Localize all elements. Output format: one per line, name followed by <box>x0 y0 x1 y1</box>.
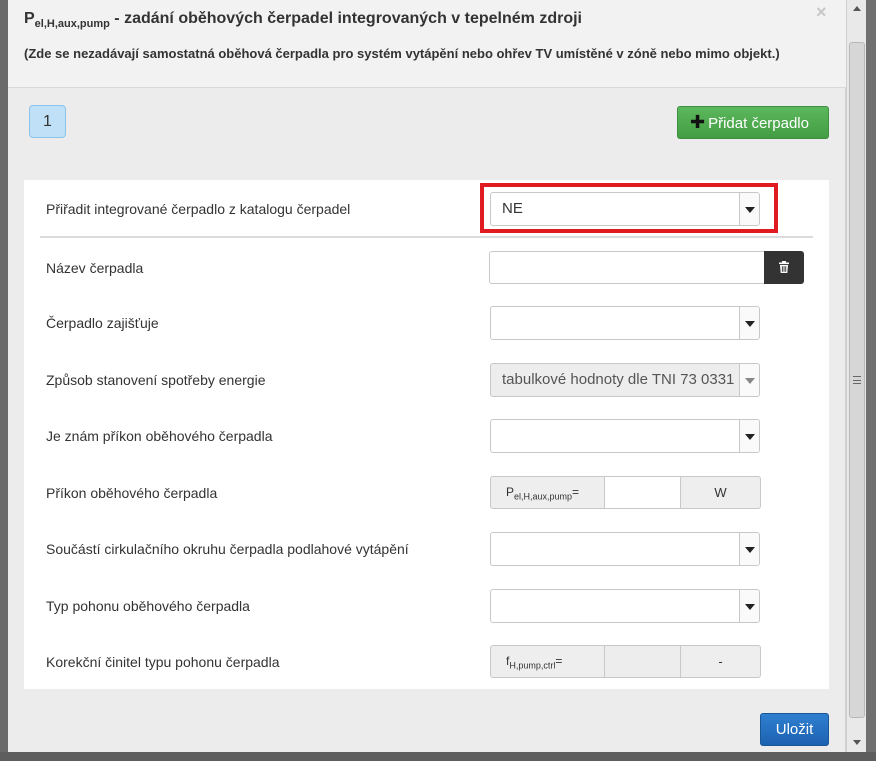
correction-symbol-sub: H,pump,ctrl <box>509 660 556 671</box>
close-icon[interactable]: × <box>816 2 827 23</box>
dialog-header: Pel,H,aux,pump - zadání oběhových čerpad… <box>8 0 846 88</box>
delete-pump-button[interactable] <box>764 251 804 284</box>
title-subscript: el,H,aux,pump <box>34 18 110 31</box>
add-pump-button[interactable]: ✚ Přidat čerpadlo <box>677 106 829 139</box>
row-known-power: Je znám příkon oběhového čerpadla <box>24 419 829 453</box>
consumption-method-value: tabulkové hodnoty dle TNI 73 0331 <box>502 371 735 388</box>
modal-backdrop <box>0 0 8 761</box>
row-consumption-method: Způsob stanovení spotřeby energie tabulk… <box>24 363 829 397</box>
plus-icon: ✚ <box>690 112 706 132</box>
floor-heating-label: Součástí cirkulačního okruhu čerpadla po… <box>46 541 409 557</box>
correction-factor-label: Korekční činitel typu pohonu čerpadla <box>46 654 280 670</box>
chevron-down-icon <box>739 533 759 565</box>
pump-provides-label: Čerpadlo zajišťuje <box>46 315 159 331</box>
pump-form: Přiřadit integrované čerpadlo z katalogu… <box>24 180 829 689</box>
row-drive-type: Typ pohonu oběhového čerpadla <box>24 589 829 623</box>
drive-type-label: Typ pohonu oběhového čerpadla <box>46 598 250 614</box>
known-power-label: Je znám příkon oběhového čerpadla <box>46 428 273 444</box>
divider <box>40 236 813 238</box>
modal-backdrop-bottom <box>0 752 876 761</box>
row-correction-factor: Korekční činitel typu pohonu čerpadla fH… <box>24 645 829 679</box>
chevron-down-icon <box>739 307 759 339</box>
pump-power-symbol-sub: el,H,aux,pump <box>514 491 573 502</box>
pump-power-unit: W <box>680 476 761 509</box>
drive-type-select[interactable] <box>490 589 760 623</box>
assign-catalog-label: Přiřadit integrované čerpadlo z katalogu… <box>46 201 351 217</box>
scrollbar[interactable] <box>846 0 866 752</box>
pump-name-input[interactable] <box>489 251 765 284</box>
pump-power-symbol-eq: = <box>572 485 580 499</box>
row-pump-power: Příkon oběhového čerpadla Pel,H,aux,pump… <box>24 476 829 510</box>
chevron-down-icon <box>739 420 759 452</box>
correction-factor-input[interactable] <box>604 645 681 678</box>
correction-symbol-eq: = <box>555 654 563 668</box>
correction-factor-unit: - <box>680 645 761 678</box>
modal-backdrop-right <box>866 0 876 761</box>
consumption-method-label: Způsob stanovení spotřeby energie <box>46 372 266 388</box>
grip-icon <box>853 376 861 384</box>
floor-heating-select[interactable] <box>490 532 760 566</box>
pump-power-symbol-main: P <box>506 485 515 499</box>
row-pump-provides: Čerpadlo zajišťuje <box>24 306 829 340</box>
pump-power-symbol: Pel,H,aux,pump= <box>490 476 605 509</box>
pump-name-label: Název čerpadla <box>46 260 144 276</box>
chevron-down-icon <box>739 590 759 622</box>
correction-factor-group: fH,pump,ctrl= - <box>490 645 761 678</box>
pump-provides-select[interactable] <box>490 306 760 340</box>
pump-tab-1[interactable]: 1 <box>29 105 66 138</box>
title-symbol: P <box>24 10 35 27</box>
title-text: - zadání oběhových čerpadel integrovanýc… <box>109 10 582 27</box>
dialog-title: Pel,H,aux,pump - zadání oběhových čerpad… <box>24 10 582 30</box>
pump-power-group: Pel,H,aux,pump= W <box>490 476 761 509</box>
known-power-select[interactable] <box>490 419 760 453</box>
correction-factor-symbol: fH,pump,ctrl= <box>490 645 605 678</box>
consumption-method-select[interactable]: tabulkové hodnoty dle TNI 73 0331 <box>490 363 760 397</box>
trash-icon <box>779 261 789 273</box>
scroll-thumb[interactable] <box>849 42 865 718</box>
dialog-subtitle: (Zde se nezadávají samostatná oběhová če… <box>24 46 780 61</box>
scroll-up-icon[interactable] <box>847 2 867 16</box>
pump-power-input[interactable] <box>604 476 681 509</box>
chevron-down-icon <box>739 364 759 396</box>
save-button[interactable]: Uložit <box>760 713 829 746</box>
pump-dialog: Pel,H,aux,pump - zadání oběhových čerpad… <box>8 0 846 752</box>
row-floor-heating: Součástí cirkulačního okruhu čerpadla po… <box>24 532 829 566</box>
highlight-frame <box>480 183 778 233</box>
scroll-down-icon[interactable] <box>847 736 867 750</box>
pump-power-label: Příkon oběhového čerpadla <box>46 485 218 501</box>
add-pump-label: Přidat čerpadlo <box>708 115 809 132</box>
row-pump-name: Název čerpadla <box>24 251 829 285</box>
